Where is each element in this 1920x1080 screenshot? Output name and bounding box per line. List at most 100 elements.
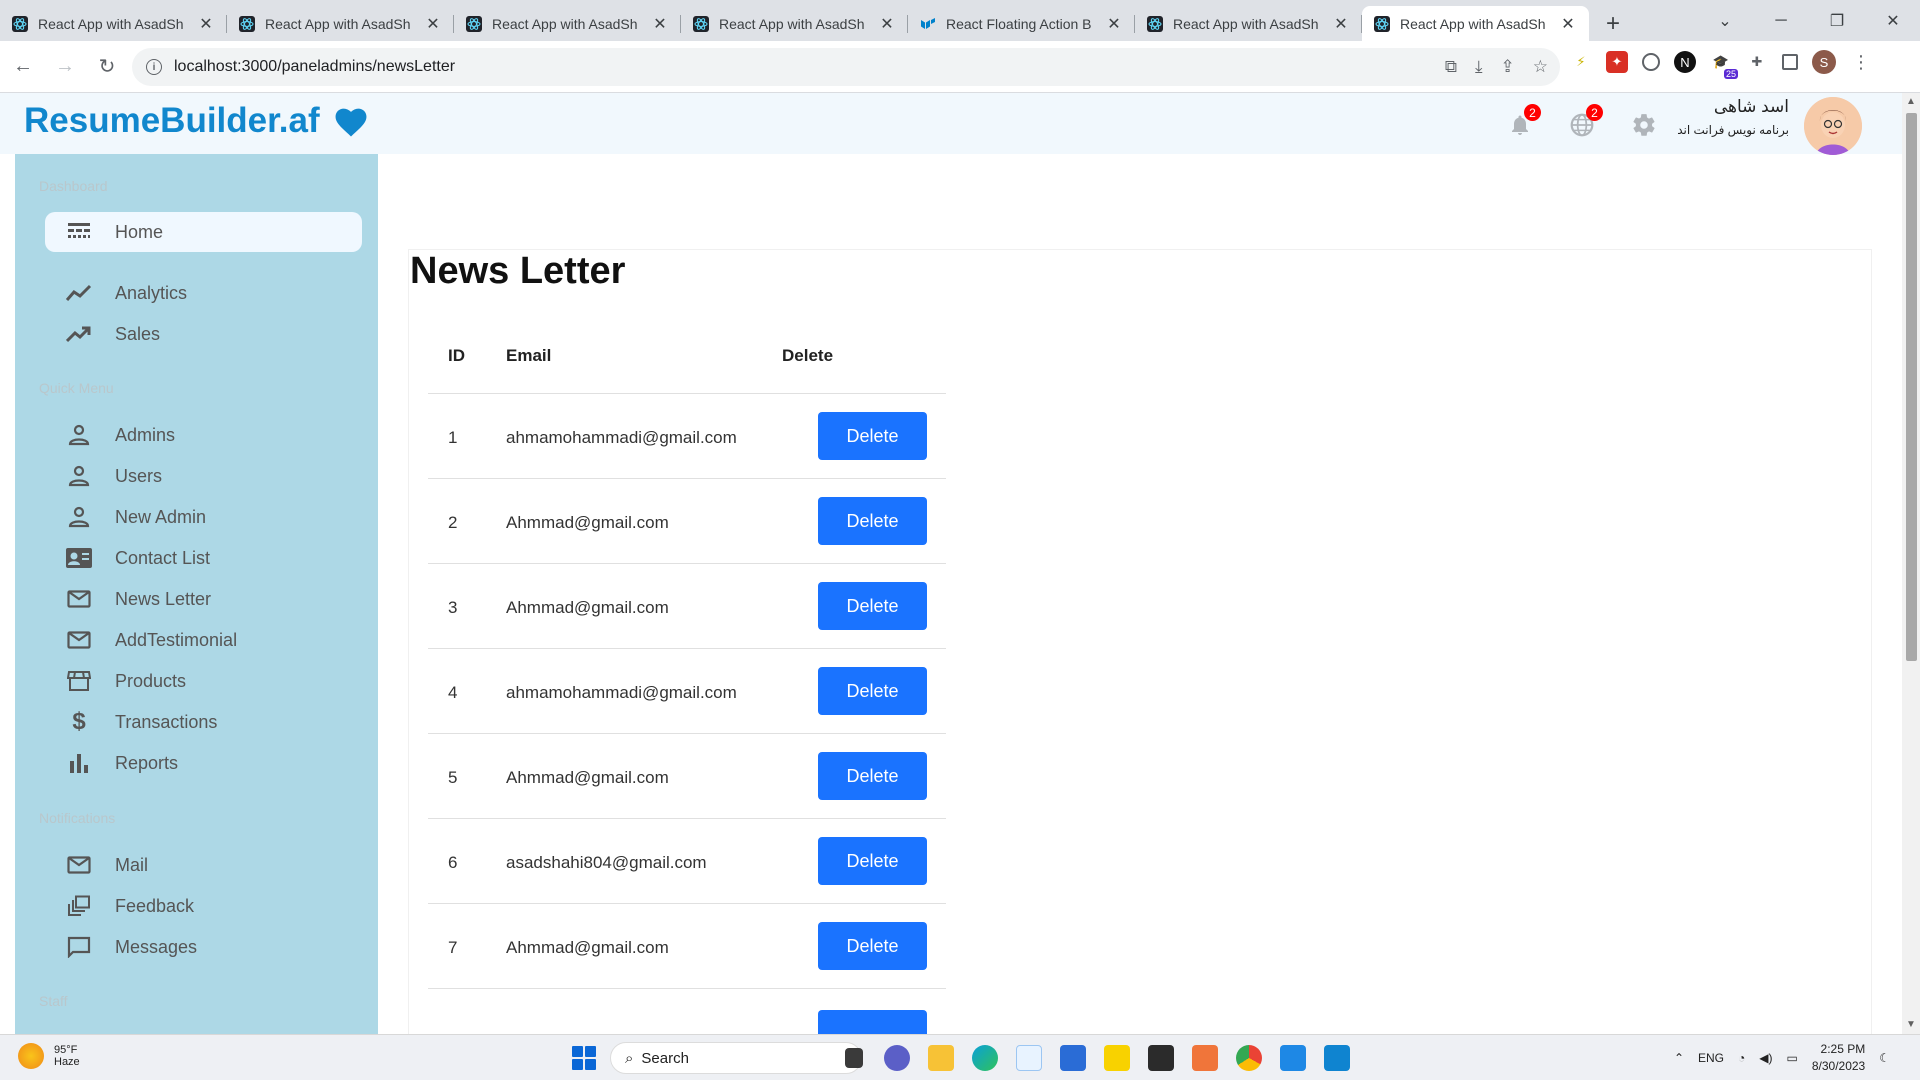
site-info-icon[interactable]: i xyxy=(146,59,162,75)
browser-tab[interactable]: React App with AsadSh ✕ xyxy=(681,6,908,41)
delete-button[interactable]: Delete xyxy=(818,667,927,715)
scroll-down-icon[interactable]: ▼ xyxy=(1906,1020,1916,1030)
weather-temperature: 95°F xyxy=(54,1044,78,1056)
brand-logo[interactable]: ResumeBuilder.af xyxy=(24,101,370,141)
chrome-icon[interactable] xyxy=(1236,1045,1262,1071)
tab-close-icon[interactable]: ✕ xyxy=(424,15,442,33)
notifications-bell-icon[interactable]: 2 xyxy=(1505,104,1541,140)
sticky-notes-icon[interactable] xyxy=(1104,1045,1130,1071)
vscode-icon[interactable] xyxy=(1280,1045,1306,1071)
extension-circle-icon[interactable] xyxy=(1642,53,1660,71)
extension-red-icon[interactable]: ✦ xyxy=(1606,51,1628,73)
profile-avatar[interactable]: S xyxy=(1812,50,1836,74)
xampp-icon[interactable] xyxy=(1192,1045,1218,1071)
section-title-quick-menu: Quick Menu xyxy=(39,380,114,396)
language-globe-icon[interactable]: 2 xyxy=(1567,104,1603,140)
delete-button[interactable]: Delete xyxy=(818,582,927,630)
tab-close-icon[interactable]: ✕ xyxy=(651,15,669,33)
sidebar-item-reports[interactable]: Reports xyxy=(45,743,362,783)
row-email: ahmamohammadi@gmail.com xyxy=(506,428,737,447)
language-indicator[interactable]: ENG xyxy=(1698,1051,1724,1065)
tab-close-icon[interactable]: ✕ xyxy=(1105,15,1123,33)
sidebar-item-analytics[interactable]: Analytics xyxy=(45,273,362,313)
wifi-icon[interactable]: ◔ xyxy=(1738,1051,1745,1065)
delete-button[interactable]: Delete xyxy=(818,412,927,460)
start-button[interactable] xyxy=(572,1046,596,1070)
volume-icon[interactable]: ◀) xyxy=(1759,1051,1772,1065)
row-email: asadshahi804@gmail.com xyxy=(506,853,707,872)
weather-widget[interactable]: 95°F Haze xyxy=(18,1043,80,1069)
browser-tab[interactable]: React App with AsadSh ✕ xyxy=(0,6,227,41)
settings-gear-icon[interactable] xyxy=(1629,110,1659,140)
sidebar-item-products[interactable]: Products xyxy=(45,661,362,701)
address-bar[interactable]: i localhost:3000/paneladmins/newsLetter … xyxy=(132,48,1560,86)
tab-close-icon[interactable]: ✕ xyxy=(1559,15,1577,33)
taskbar-search[interactable]: ⌕ Search xyxy=(610,1042,862,1074)
scroll-up-icon[interactable]: ▲ xyxy=(1906,97,1916,107)
user-avatar[interactable] xyxy=(1804,97,1862,155)
sidebar-item-users[interactable]: Users xyxy=(45,456,362,496)
page-scrollbar[interactable]: ▲ ▼ xyxy=(1902,93,1920,1034)
snipping-tool-icon[interactable] xyxy=(1016,1045,1042,1071)
browser-tab[interactable]: React Floating Action B ✕ xyxy=(908,6,1135,41)
delete-button[interactable]: Delete xyxy=(818,837,927,885)
task-view-icon[interactable] xyxy=(845,1048,863,1068)
clock[interactable]: 2:25 PM 8/30/2023 xyxy=(1812,1041,1865,1075)
edge-browser-icon[interactable] xyxy=(972,1045,998,1071)
install-icon[interactable]: ⤓ xyxy=(1475,57,1483,77)
terminal-icon[interactable] xyxy=(1148,1045,1174,1071)
store-icon[interactable] xyxy=(1060,1045,1086,1071)
back-icon[interactable]: ← xyxy=(4,48,42,86)
share-icon[interactable]: ⇪ xyxy=(1501,57,1515,77)
sidebar-item-label: Sales xyxy=(115,323,161,344)
browser-tab[interactable]: React App with AsadSh ✕ xyxy=(1135,6,1362,41)
delete-button[interactable]: Delete xyxy=(818,497,927,545)
media-player-icon[interactable] xyxy=(1324,1045,1350,1071)
extensions-puzzle-icon[interactable]: ✚ xyxy=(1746,51,1768,73)
bookmark-star-icon[interactable]: ☆ xyxy=(1533,57,1548,77)
sidebar-item-messages[interactable]: Messages xyxy=(45,927,362,967)
extension-n-icon[interactable]: N xyxy=(1674,51,1696,73)
sidebar-item-home[interactable]: Home xyxy=(45,212,362,252)
browser-tab[interactable]: React App with AsadSh ✕ xyxy=(227,6,454,41)
minimize-button[interactable]: ─ xyxy=(1753,0,1809,41)
restore-button[interactable]: ❐ xyxy=(1809,0,1865,41)
focus-moon-icon[interactable]: ☾ xyxy=(1879,1051,1890,1065)
reload-icon[interactable]: ↻ xyxy=(88,48,126,86)
extension-graduation-icon[interactable]: 🎓 25 xyxy=(1710,51,1738,79)
forward-icon[interactable]: → xyxy=(46,48,84,86)
sidebar-item-mail[interactable]: Mail xyxy=(45,845,362,885)
delete-button[interactable]: Delete xyxy=(818,922,927,970)
scrollbar-thumb[interactable] xyxy=(1906,113,1917,661)
sidebar-item-admins[interactable]: Admins xyxy=(45,415,362,455)
sidebar-item-feedback[interactable]: Feedback xyxy=(45,886,362,926)
tab-close-icon[interactable]: ✕ xyxy=(1332,15,1350,33)
side-panel-icon[interactable] xyxy=(1782,54,1798,70)
tab-close-icon[interactable]: ✕ xyxy=(197,15,215,33)
new-tab-button[interactable]: + xyxy=(1595,6,1631,41)
line-style-icon xyxy=(65,218,93,246)
browser-menu-icon[interactable]: ⋮ xyxy=(1850,51,1872,73)
teams-chat-icon[interactable] xyxy=(884,1045,910,1071)
open-in-app-icon[interactable]: ⧉ xyxy=(1445,57,1457,77)
battery-icon[interactable]: ▭ xyxy=(1787,1051,1798,1065)
sidebar-item-transactions[interactable]: $ Transactions xyxy=(45,702,362,742)
tray-chevron-icon[interactable]: ⌃ xyxy=(1674,1051,1684,1065)
sidebar-item-new-admin[interactable]: New Admin xyxy=(45,497,362,537)
browser-tab[interactable]: React App with AsadSh ✕ xyxy=(454,6,681,41)
tab-search-icon[interactable]: ⌄ xyxy=(1697,0,1753,41)
sidebar-item-news-letter[interactable]: News Letter xyxy=(45,579,362,619)
chat-bubble-outline-icon xyxy=(65,933,93,961)
file-explorer-icon[interactable] xyxy=(928,1045,954,1071)
delete-button-partial[interactable] xyxy=(818,1010,927,1034)
sidebar-item-sales[interactable]: Sales xyxy=(45,314,362,354)
extension-pen-icon[interactable]: ⚡ xyxy=(1570,51,1592,73)
react-favicon-icon xyxy=(693,15,709,32)
sidebar-item-add-testimonial[interactable]: AddTestimonial xyxy=(45,620,362,660)
tab-close-icon[interactable]: ✕ xyxy=(878,15,896,33)
sidebar-item-contact-list[interactable]: Contact List xyxy=(45,538,362,578)
sidebar-item-label: Products xyxy=(115,670,187,691)
close-window-button[interactable]: ✕ xyxy=(1865,0,1920,41)
browser-tab-active[interactable]: React App with AsadSh ✕ xyxy=(1362,6,1589,41)
delete-button[interactable]: Delete xyxy=(818,752,927,800)
